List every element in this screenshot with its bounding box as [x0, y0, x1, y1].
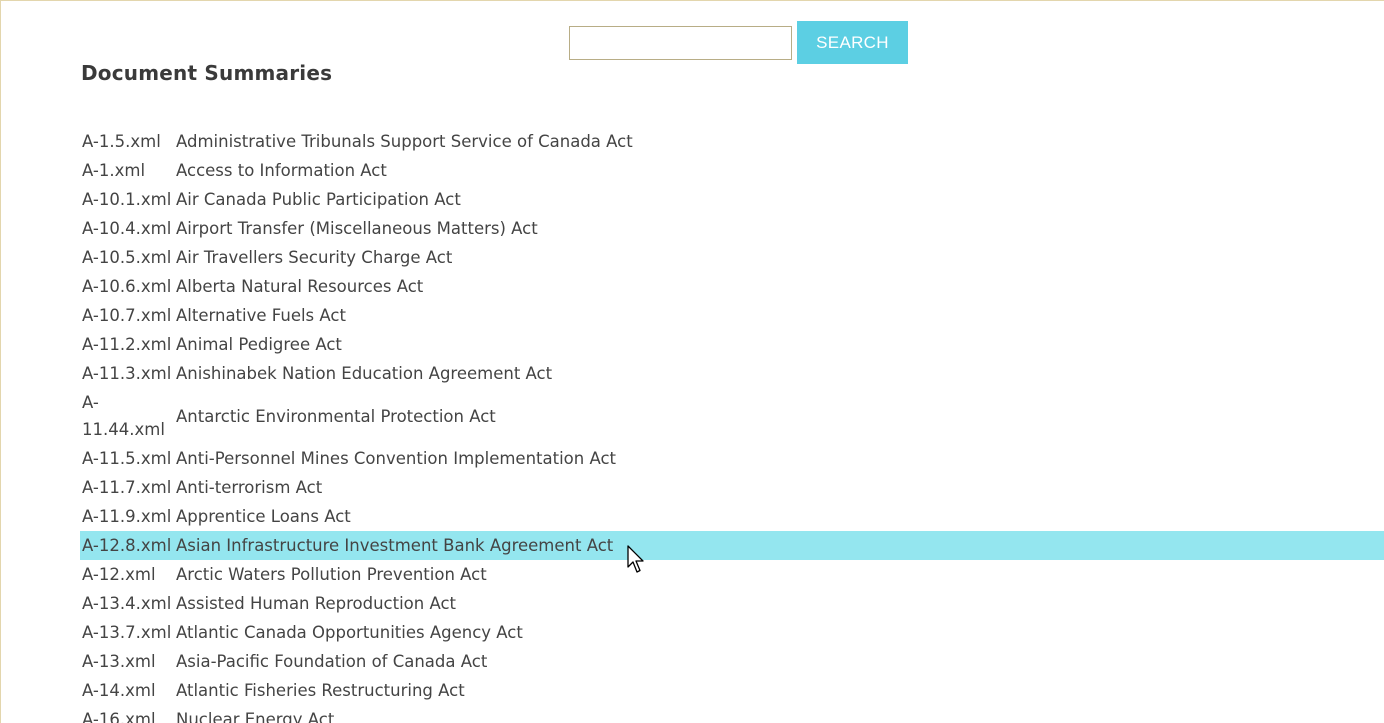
document-file[interactable]: A- 11.44.xml	[80, 388, 174, 444]
search-input[interactable]	[569, 25, 792, 60]
document-file[interactable]: A-12.8.xml	[80, 531, 174, 560]
table-row[interactable]: A-1.xml Access to Information Act	[80, 156, 1384, 185]
document-title[interactable]: Anti-terrorism Act	[174, 473, 1384, 502]
table-row[interactable]: A-13.7.xml Atlantic Canada Opportunities…	[80, 618, 1384, 647]
table-row[interactable]: A-10.1.xml Air Canada Public Participati…	[80, 185, 1384, 214]
table-row[interactable]: A-11.5.xml Anti-Personnel Mines Conventi…	[80, 444, 1384, 473]
document-title[interactable]: Atlantic Fisheries Restructuring Act	[174, 676, 1384, 705]
document-file[interactable]: A-11.7.xml	[80, 473, 174, 502]
document-file[interactable]: A-12.xml	[80, 560, 174, 589]
table-row[interactable]: A-11.7.xml Anti-terrorism Act	[80, 473, 1384, 502]
document-file[interactable]: A-10.6.xml	[80, 272, 174, 301]
document-file[interactable]: A-13.xml	[80, 647, 174, 676]
table-row[interactable]: A-10.4.xml Airport Transfer (Miscellaneo…	[80, 214, 1384, 243]
document-file[interactable]: A-14.xml	[80, 676, 174, 705]
document-file[interactable]: A-1.xml	[80, 156, 174, 185]
document-title[interactable]: Administrative Tribunals Support Service…	[174, 127, 1384, 156]
document-title[interactable]: Assisted Human Reproduction Act	[174, 589, 1384, 618]
document-title[interactable]: Nuclear Energy Act	[174, 705, 1384, 723]
document-title[interactable]: Atlantic Canada Opportunities Agency Act	[174, 618, 1384, 647]
document-title[interactable]: Airport Transfer (Miscellaneous Matters)…	[174, 214, 1384, 243]
table-row[interactable]: A-13.xml Asia-Pacific Foundation of Cana…	[80, 647, 1384, 676]
table-row[interactable]: A- 11.44.xml Antarctic Environmental Pro…	[80, 388, 1384, 444]
table-row[interactable]: A-1.5.xml Administrative Tribunals Suppo…	[80, 127, 1384, 156]
document-file[interactable]: A-10.4.xml	[80, 214, 174, 243]
document-file[interactable]: A-16.xml	[80, 705, 174, 723]
document-file[interactable]: A-10.7.xml	[80, 301, 174, 330]
document-title[interactable]: Alternative Fuels Act	[174, 301, 1384, 330]
search-bar: SEARCH	[569, 21, 908, 64]
page: SEARCH Document Summaries A-1.5.xml Admi…	[0, 0, 1384, 723]
document-title[interactable]: Apprentice Loans Act	[174, 502, 1384, 531]
document-file[interactable]: A-11.5.xml	[80, 444, 174, 473]
document-title[interactable]: Arctic Waters Pollution Prevention Act	[174, 560, 1384, 589]
document-title[interactable]: Air Canada Public Participation Act	[174, 185, 1384, 214]
document-title[interactable]: Alberta Natural Resources Act	[174, 272, 1384, 301]
table-row[interactable]: A-10.7.xml Alternative Fuels Act	[80, 301, 1384, 330]
document-title[interactable]: Animal Pedigree Act	[174, 330, 1384, 359]
table-row[interactable]: A-11.3.xml Anishinabek Nation Education …	[80, 359, 1384, 388]
document-title[interactable]: Access to Information Act	[174, 156, 1384, 185]
table-row[interactable]: A-16.xml Nuclear Energy Act	[80, 705, 1384, 723]
document-title[interactable]: Antarctic Environmental Protection Act	[174, 388, 1384, 444]
document-list: A-1.5.xml Administrative Tribunals Suppo…	[80, 127, 1384, 723]
document-file[interactable]: A-11.3.xml	[80, 359, 174, 388]
mouse-pointer-icon	[627, 545, 644, 573]
table-row[interactable]: A-13.4.xml Assisted Human Reproduction A…	[80, 589, 1384, 618]
document-title[interactable]: Asia-Pacific Foundation of Canada Act	[174, 647, 1384, 676]
page-title: Document Summaries	[81, 61, 333, 85]
document-file[interactable]: A-1.5.xml	[80, 127, 174, 156]
table-row-hovered[interactable]: A-12.8.xml Asian Infrastructure Investme…	[80, 531, 1384, 560]
document-file[interactable]: A-13.7.xml	[80, 618, 174, 647]
document-title[interactable]: Asian Infrastructure Investment Bank Agr…	[174, 531, 1384, 560]
table-row[interactable]: A-14.xml Atlantic Fisheries Restructurin…	[80, 676, 1384, 705]
document-file[interactable]: A-13.4.xml	[80, 589, 174, 618]
document-title[interactable]: Air Travellers Security Charge Act	[174, 243, 1384, 272]
document-file-line: A-	[82, 393, 99, 412]
table-row[interactable]: A-11.9.xml Apprentice Loans Act	[80, 502, 1384, 531]
document-file-line: 11.44.xml	[82, 420, 165, 439]
document-title[interactable]: Anishinabek Nation Education Agreement A…	[174, 359, 1384, 388]
table-row[interactable]: A-10.6.xml Alberta Natural Resources Act	[80, 272, 1384, 301]
document-title[interactable]: Anti-Personnel Mines Convention Implemen…	[174, 444, 1384, 473]
document-file[interactable]: A-10.5.xml	[80, 243, 174, 272]
search-button[interactable]: SEARCH	[797, 21, 908, 64]
document-file[interactable]: A-10.1.xml	[80, 185, 174, 214]
table-row[interactable]: A-12.xml Arctic Waters Pollution Prevent…	[80, 560, 1384, 589]
table-row[interactable]: A-11.2.xml Animal Pedigree Act	[80, 330, 1384, 359]
document-file[interactable]: A-11.2.xml	[80, 330, 174, 359]
document-file[interactable]: A-11.9.xml	[80, 502, 174, 531]
table-row[interactable]: A-10.5.xml Air Travellers Security Charg…	[80, 243, 1384, 272]
